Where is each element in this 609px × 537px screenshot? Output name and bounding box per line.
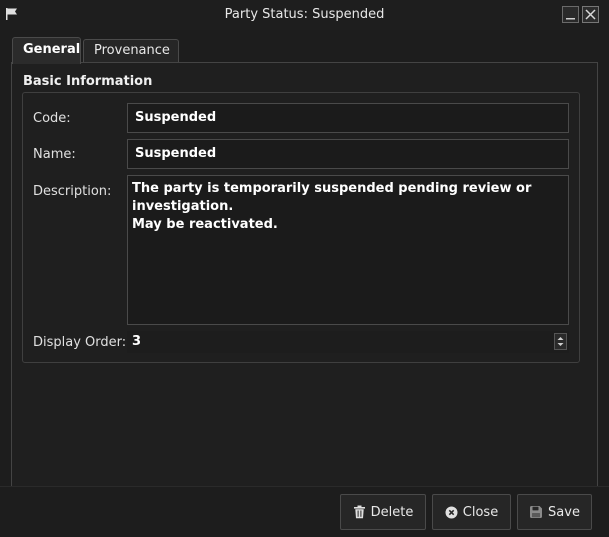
name-label: Name: — [33, 147, 76, 162]
window-title: Party Status: Suspended — [224, 7, 385, 22]
minimize-icon — [566, 18, 575, 20]
save-button-label: Save — [548, 504, 580, 520]
description-field[interactable]: The party is temporarily suspended pendi… — [127, 175, 569, 325]
description-label: Description: — [33, 184, 112, 199]
stepper-arrows-icon — [557, 337, 564, 346]
close-icon — [585, 9, 596, 20]
footer-divider — [0, 486, 609, 487]
delete-button[interactable]: Delete — [340, 494, 426, 530]
code-field[interactable]: Suspended — [127, 103, 569, 133]
delete-button-label: Delete — [370, 504, 414, 520]
trash-icon — [353, 505, 365, 519]
save-button[interactable]: Save — [517, 494, 592, 530]
close-window-button[interactable] — [582, 6, 599, 23]
display-order-label: Display Order: — [33, 335, 127, 350]
name-field[interactable]: Suspended — [127, 139, 569, 169]
title-bar[interactable]: Party Status: Suspended — [0, 0, 609, 30]
tab-provenance[interactable]: Provenance — [83, 39, 179, 63]
dialog-window: Party Status: Suspended General Provenan… — [0, 0, 609, 537]
close-button[interactable]: Close — [432, 494, 511, 530]
minimize-button[interactable] — [562, 6, 579, 23]
display-order-stepper[interactable] — [554, 333, 567, 350]
close-circle-icon — [445, 506, 458, 518]
close-button-label: Close — [462, 504, 499, 520]
display-order-input[interactable]: 3 — [127, 331, 569, 353]
code-label: Code: — [33, 111, 71, 126]
group-title: Basic Information — [23, 74, 153, 89]
save-disk-icon — [530, 506, 543, 518]
tab-general[interactable]: General — [12, 37, 81, 64]
